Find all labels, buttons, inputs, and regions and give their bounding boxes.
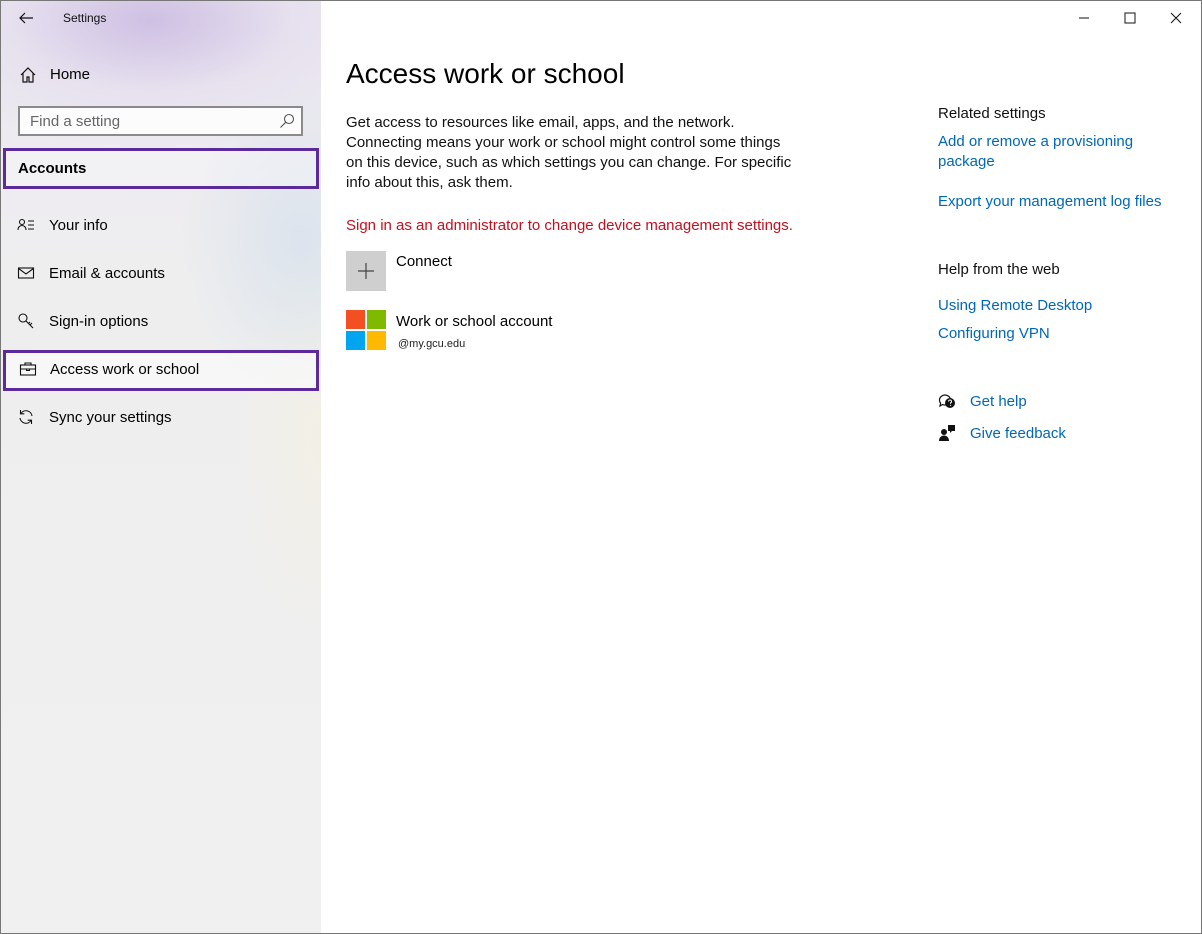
- sidebar-item-your-info[interactable]: Your info: [1, 206, 321, 246]
- work-school-account-item[interactable]: Work or school account @my.gcu.edu: [346, 310, 746, 354]
- give-feedback-link[interactable]: Give feedback: [938, 423, 1188, 447]
- sidebar-item-sign-in-options[interactable]: Sign-in options: [1, 302, 321, 342]
- sidebar-item-sync-settings[interactable]: Sync your settings: [1, 398, 321, 438]
- sidebar-item-label: Access work or school: [50, 361, 200, 378]
- page-title: Access work or school: [346, 58, 625, 89]
- related-settings-heading: Related settings: [938, 105, 1046, 122]
- microsoft-logo-icon: [346, 310, 386, 350]
- sync-icon: [19, 410, 33, 424]
- back-arrow-icon: [19, 12, 33, 24]
- admin-warning: Sign in as an administrator to change de…: [346, 217, 793, 234]
- sidebar: Settings Home Accounts Your info: [1, 1, 321, 933]
- sidebar-item-email-accounts[interactable]: Email & accounts: [1, 254, 321, 294]
- person-card-icon: [17, 218, 34, 231]
- logo-square-yellow: [367, 331, 386, 350]
- provisioning-package-link[interactable]: Add or remove a provisioning package: [938, 132, 1168, 172]
- connect-label: Connect: [396, 253, 452, 270]
- sidebar-item-label: Sign-in options: [49, 313, 149, 330]
- section-header-accounts: Accounts: [3, 148, 319, 189]
- get-help-label: Get help: [970, 393, 1027, 410]
- search-box: [18, 106, 303, 136]
- get-help-link[interactable]: Get help: [938, 391, 1188, 415]
- remote-desktop-link[interactable]: Using Remote Desktop: [938, 296, 1092, 316]
- give-feedback-label: Give feedback: [970, 425, 1066, 442]
- search-input[interactable]: [20, 108, 280, 134]
- export-log-files-link[interactable]: Export your management log files: [938, 192, 1161, 212]
- sidebar-item-access-work-or-school[interactable]: Access work or school: [3, 350, 319, 391]
- app-title: Settings: [63, 11, 107, 25]
- main-content: Access work or school Get access to reso…: [321, 1, 1201, 933]
- account-name: Work or school account: [396, 313, 553, 330]
- connect-button[interactable]: Connect: [346, 251, 646, 291]
- sidebar-item-label: Email & accounts: [49, 265, 165, 282]
- sidebar-item-home[interactable]: Home: [1, 57, 321, 93]
- sidebar-item-label: Your info: [49, 217, 108, 234]
- page-description: Get access to resources like email, apps…: [346, 114, 792, 191]
- logo-square-blue: [346, 331, 365, 350]
- feedback-icon: [939, 425, 955, 441]
- mail-icon: [17, 267, 35, 279]
- briefcase-icon: [19, 362, 37, 376]
- home-icon: [20, 67, 36, 83]
- logo-square-red: [346, 310, 365, 329]
- search-icon[interactable]: [279, 113, 295, 129]
- chat-help-icon: [938, 394, 955, 408]
- connect-tile: [346, 251, 386, 291]
- help-from-web-heading: Help from the web: [938, 261, 1060, 278]
- titlebar-left: Settings: [1, 1, 321, 35]
- logo-square-green: [367, 310, 386, 329]
- account-email: @my.gcu.edu: [398, 338, 466, 350]
- configuring-vpn-link[interactable]: Configuring VPN: [938, 324, 1050, 344]
- plus-icon: [358, 263, 374, 279]
- settings-window: Settings Home Accounts Your info: [0, 0, 1202, 934]
- back-button[interactable]: [15, 7, 37, 29]
- section-header-label: Accounts: [18, 160, 87, 177]
- sidebar-item-label: Sync your settings: [49, 409, 172, 426]
- key-icon: [18, 313, 34, 329]
- sidebar-item-label: Home: [50, 66, 91, 83]
